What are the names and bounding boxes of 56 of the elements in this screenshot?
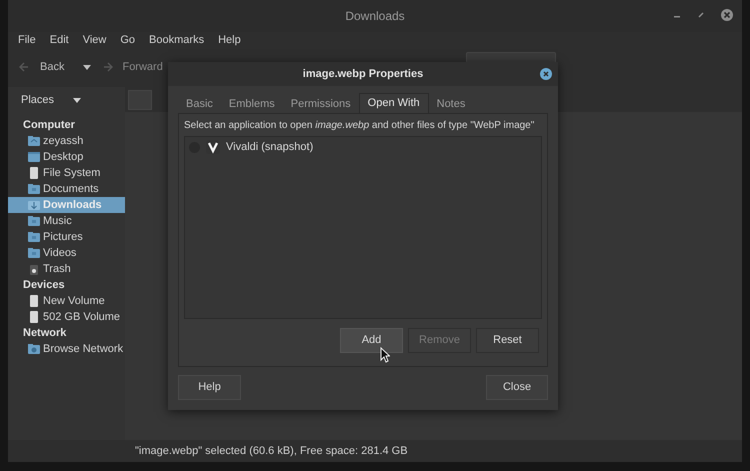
folder-icon — [27, 246, 41, 260]
tab[interactable]: Emblems — [220, 95, 283, 113]
sidebar-item[interactable]: Documents — [8, 181, 125, 197]
desktop-folder-icon — [27, 150, 41, 164]
menu-item[interactable]: File — [18, 32, 36, 48]
sidebar-section-heading: Computer — [22, 118, 76, 133]
sidebar-header[interactable]: Places — [21, 92, 54, 108]
back-button[interactable]: Back — [40, 58, 64, 76]
sidebar-item[interactable]: File System — [8, 165, 125, 181]
menu-item[interactable]: Bookmarks — [149, 32, 204, 48]
sidebar-item[interactable]: Videos — [8, 245, 125, 261]
trash-icon — [27, 262, 41, 276]
close-icon[interactable] — [540, 68, 552, 80]
sidebar-item[interactable]: zeyassh — [8, 133, 125, 149]
help-button[interactable]: Help — [178, 375, 241, 400]
application-name[interactable]: Vivaldi (snapshot) — [226, 138, 314, 156]
action-button[interactable]: Add — [340, 328, 403, 353]
dialog-title: image.webp Properties — [302, 66, 424, 82]
caret-icon[interactable] — [72, 96, 82, 104]
close-button[interactable]: Close — [486, 375, 548, 400]
network-folder-icon — [27, 342, 41, 356]
drive-icon — [27, 310, 41, 324]
home-folder-icon — [27, 134, 41, 148]
folder-icon — [27, 230, 41, 244]
mouse-pointer-icon — [380, 347, 390, 363]
forward-button[interactable]: Forward — [122, 58, 163, 76]
app-v-logo-icon — [206, 140, 220, 154]
description-text: Select an application to open image.webp and other files of type "WebP image" — [184, 119, 536, 133]
drive-icon — [27, 166, 41, 180]
download-folder-icon — [27, 198, 41, 212]
sidebar-item[interactable]: Desktop — [8, 149, 125, 165]
sidebar-section-heading: Network — [22, 326, 68, 341]
menu-item[interactable]: Go — [120, 32, 136, 48]
menu-item[interactable]: Edit — [50, 32, 69, 48]
close-icon[interactable] — [720, 8, 734, 22]
sidebar-item[interactable]: Browse Network — [8, 341, 125, 357]
sidebar-section-heading: Devices — [22, 278, 66, 293]
status-text: "image.webp" selected (60.6 kB), Free space: 281.4 GB — [135, 444, 408, 459]
sidebar-item[interactable]: Pictures — [8, 229, 125, 245]
tab[interactable]: Permissions — [282, 95, 359, 113]
sidebar-item[interactable]: 502 GB Volume — [8, 309, 125, 325]
sidebar-item[interactable]: New Volume — [8, 293, 125, 309]
drive-icon — [27, 294, 41, 308]
sidebar-item[interactable]: Trash — [8, 261, 125, 277]
menu-item[interactable]: View — [82, 32, 106, 48]
tab[interactable]: Basic — [178, 95, 221, 113]
maximize-icon[interactable] — [696, 10, 706, 20]
menu-item[interactable]: Help — [218, 32, 241, 48]
window-title: Downloads — [345, 8, 405, 25]
action-button[interactable]: Reset — [476, 328, 539, 353]
sidebar-item[interactable]: Music — [8, 213, 125, 229]
folder-icon — [27, 182, 41, 196]
tab[interactable]: Open With — [358, 93, 429, 113]
tab[interactable]: Notes — [428, 95, 474, 113]
caret-icon[interactable] — [82, 63, 92, 71]
folder-icon — [27, 214, 41, 228]
